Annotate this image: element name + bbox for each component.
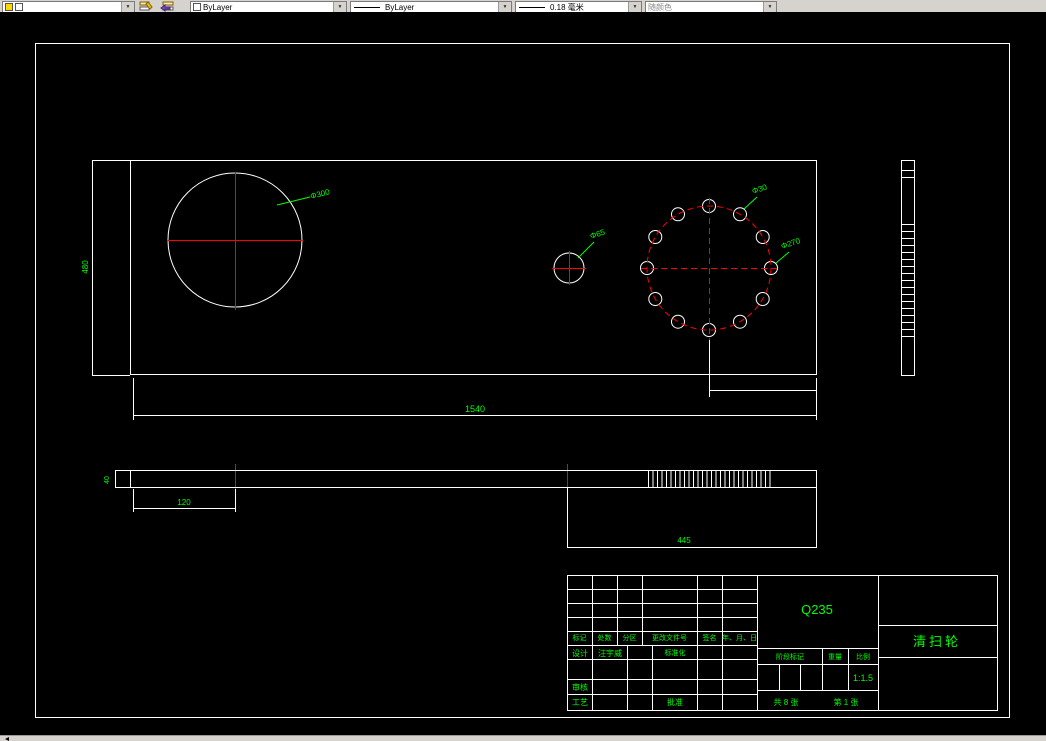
plotstyle-combo-dropdown-button: ▼ [763,2,776,12]
lineweight-combo-dropdown-button[interactable]: ▼ [628,2,641,12]
stage-mark-label: 阶段标记 [776,652,804,661]
color-combo-value: ByLayer [203,2,233,12]
horizontal-scrollbar[interactable] [0,735,1046,741]
layer-properties-toolbar: ▼ ByLayer ▼ ByLayer ▼ 0.18 毫米 ▼ 随颜色 ▼ [0,0,1046,13]
scale-value: 1:1.5 [853,673,873,683]
dim-hub-width[interactable]: 120 [177,498,191,507]
weight-label: 重量 [828,653,842,661]
plotstyle-combo-value: 随颜色 [648,2,672,12]
model-space-background [0,12,1046,735]
designer-name: 汪宇威 [598,648,622,658]
layer-state-icon [5,3,13,11]
part-name: 清扫轮 [913,634,961,649]
cad-canvas[interactable]: 1540 480 120 445 40 Φ300 Φ65 Φ30 Φ270 标记… [0,12,1046,735]
dim-right-section[interactable]: 445 [677,536,691,545]
linetype-combo-value: ByLayer [385,2,415,12]
rev-header-signature: 签名 [703,633,717,642]
layer-previous-button[interactable] [158,0,176,12]
dim-overall-length[interactable]: 1540 [465,404,485,414]
lineweight-sample-icon [519,6,545,8]
layer-combo-dropdown-button[interactable]: ▼ [121,2,134,12]
material-value: Q235 [801,602,833,617]
linetype-sample-icon [354,6,380,8]
side-view-hole-hatch [901,224,915,340]
scroll-left-button[interactable] [2,736,12,741]
layer-color-swatch [15,3,23,11]
dim-plate-thickness[interactable]: 40 [104,476,111,484]
color-combo-dropdown-button[interactable]: ▼ [333,2,346,12]
rev-header-date: 年、月、日 [722,633,757,642]
rev-header-docno: 更改文件号 [652,633,687,642]
cad-application-window: ▼ ByLayer ▼ ByLayer ▼ 0.18 毫米 ▼ 随颜色 ▼ 15… [0,0,1046,741]
design-label: 设计 [572,648,588,658]
sheet-total: 共 8 张 [774,698,799,707]
rev-header-zone: 分区 [623,633,637,642]
sheet-current: 第 1 张 [834,697,859,707]
dim-plate-height[interactable]: 480 [81,260,90,274]
make-object-layer-current-button[interactable] [137,0,155,12]
rev-header-mark: 标记 [573,633,587,642]
bylayer-color-swatch [193,3,201,11]
audit-label: 审核 [572,682,588,692]
rev-header-count: 处数 [598,633,612,642]
layers-pencil-icon [139,0,153,10]
bolt-hole-section-hatch [646,470,772,488]
approve-label: 批准 [667,697,683,707]
linetype-combo-dropdown-button[interactable]: ▼ [498,2,511,12]
process-label: 工艺 [572,698,588,707]
scroll-left-arrow-icon [5,736,9,741]
lineweight-combo-value: 0.18 毫米 [550,2,584,12]
cad-viewport[interactable]: 1540 480 120 445 40 Φ300 Φ65 Φ30 Φ270 标记… [0,12,1046,735]
layers-arrow-icon [160,1,174,12]
standardization-label: 标准化 [665,648,686,657]
scale-label: 比例 [856,652,870,661]
